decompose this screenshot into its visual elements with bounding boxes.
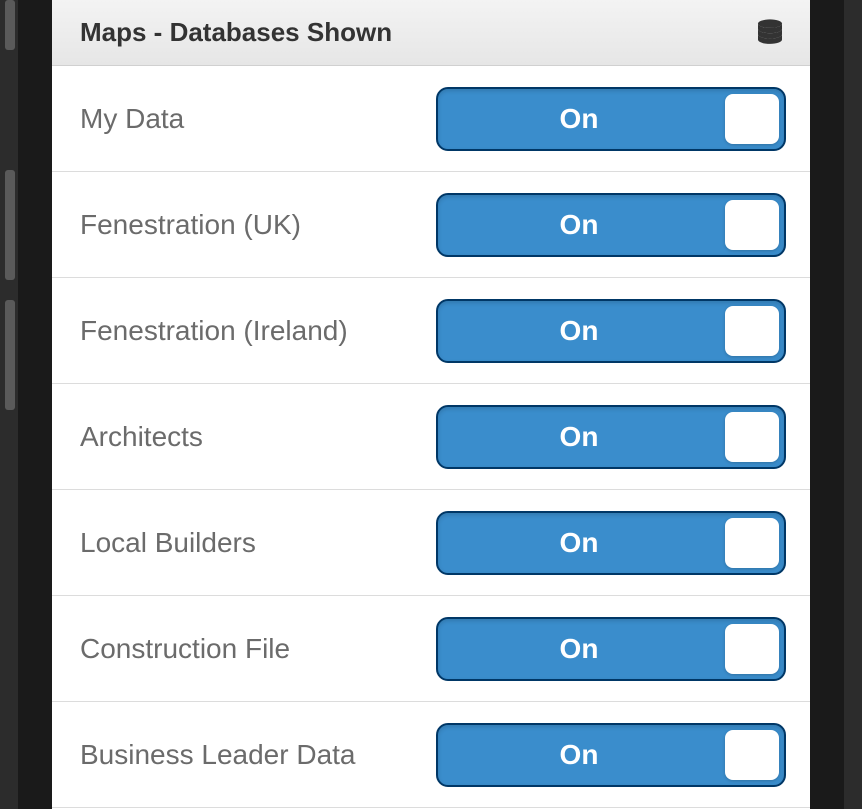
toggle-thumb xyxy=(725,306,779,356)
item-label: My Data xyxy=(80,103,184,135)
toggle-state-label: On xyxy=(438,527,720,559)
toggle-business-leader-data[interactable]: On xyxy=(436,723,786,787)
list-item: My Data On xyxy=(52,66,810,172)
page-title: Maps - Databases Shown xyxy=(80,17,392,48)
toggle-state-label: On xyxy=(438,315,720,347)
device-bezel-right xyxy=(810,0,844,809)
toggle-thumb xyxy=(725,518,779,568)
toggle-thumb xyxy=(725,624,779,674)
toggle-fenestration-uk[interactable]: On xyxy=(436,193,786,257)
item-label: Fenestration (UK) xyxy=(80,209,301,241)
list-item: Construction File On xyxy=(52,596,810,702)
item-label: Local Builders xyxy=(80,527,256,559)
toggle-architects[interactable]: On xyxy=(436,405,786,469)
toggle-state-label: On xyxy=(438,209,720,241)
item-label: Business Leader Data xyxy=(80,739,356,771)
toggle-thumb xyxy=(725,412,779,462)
database-icon xyxy=(754,17,786,49)
device-bezel-left xyxy=(18,0,52,809)
screen: Maps - Databases Shown My Data On F xyxy=(52,0,810,809)
toggle-state-label: On xyxy=(438,103,720,135)
toggle-state-label: On xyxy=(438,739,720,771)
list-item: Architects On xyxy=(52,384,810,490)
device-side-button xyxy=(5,170,15,280)
database-list: My Data On Fenestration (UK) On Fenestra… xyxy=(52,66,810,808)
item-label: Fenestration (Ireland) xyxy=(80,315,348,347)
list-item: Fenestration (Ireland) On xyxy=(52,278,810,384)
toggle-my-data[interactable]: On xyxy=(436,87,786,151)
header: Maps - Databases Shown xyxy=(52,0,810,66)
toggle-thumb xyxy=(725,200,779,250)
list-item: Fenestration (UK) On xyxy=(52,172,810,278)
toggle-state-label: On xyxy=(438,421,720,453)
toggle-local-builders[interactable]: On xyxy=(436,511,786,575)
device-side-button xyxy=(5,300,15,410)
item-label: Architects xyxy=(80,421,203,453)
list-item: Business Leader Data On xyxy=(52,702,810,808)
list-item: Local Builders On xyxy=(52,490,810,596)
device-frame: Maps - Databases Shown My Data On F xyxy=(0,0,862,809)
toggle-construction-file[interactable]: On xyxy=(436,617,786,681)
toggle-thumb xyxy=(725,94,779,144)
toggle-thumb xyxy=(725,730,779,780)
item-label: Construction File xyxy=(80,633,290,665)
device-side-button xyxy=(5,0,15,50)
toggle-fenestration-ireland[interactable]: On xyxy=(436,299,786,363)
toggle-state-label: On xyxy=(438,633,720,665)
